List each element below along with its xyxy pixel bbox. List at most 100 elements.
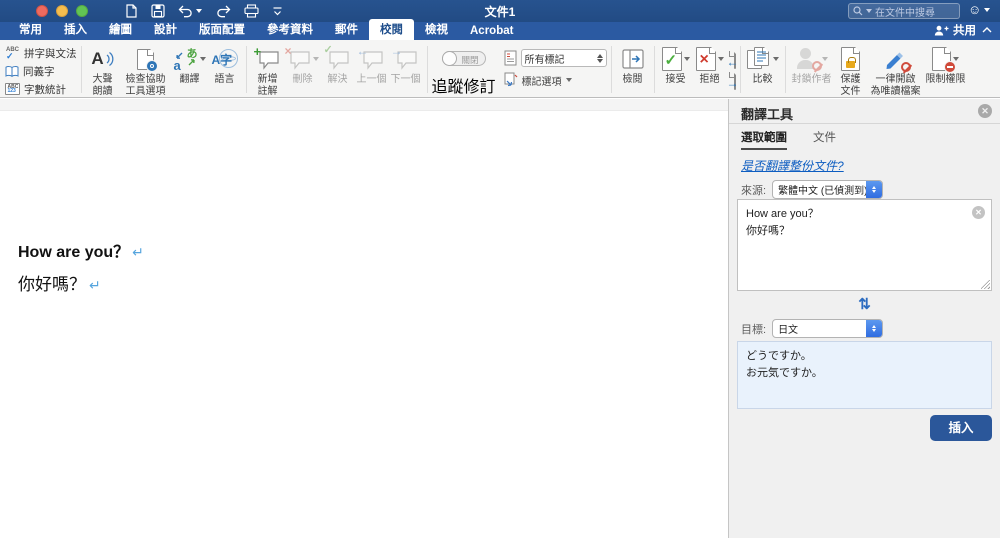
- block-authors-icon: [796, 47, 820, 71]
- ribbon-tabbar: 常用 插入 繪圖 設計 版面配置 參考資料 郵件 校閱 檢視 Acrobat 共…: [0, 22, 1000, 40]
- resolve-comment-button: ✓ 解決: [321, 44, 355, 86]
- previous-comment-label: 上一個: [357, 74, 387, 86]
- spelling-grammar-button[interactable]: ABC ✓ 拼字與文法: [5, 46, 77, 61]
- undo-button[interactable]: [178, 5, 202, 18]
- tab-layout[interactable]: 版面配置: [188, 19, 256, 40]
- compare-button[interactable]: 比較: [745, 44, 781, 86]
- translate-button[interactable]: あ a 翻譯: [172, 44, 208, 86]
- search-icon: [853, 6, 863, 16]
- language-button[interactable]: A字 語言: [208, 44, 242, 86]
- markup-options-button[interactable]: 標記選項: [504, 72, 607, 88]
- zoom-window-button[interactable]: [76, 5, 88, 17]
- page-top-edge: [0, 99, 728, 111]
- tab-draw[interactable]: 繪圖: [98, 19, 143, 40]
- read-aloud-button[interactable]: A 大聲朗讀: [86, 44, 120, 97]
- next-change-button[interactable]: →: [727, 72, 736, 90]
- tab-acrobat[interactable]: Acrobat: [459, 23, 524, 40]
- toolbar-options-button[interactable]: [272, 6, 283, 17]
- search-input[interactable]: 在文件中搜尋: [848, 3, 960, 19]
- swap-languages-button[interactable]: ⇅: [729, 295, 1000, 313]
- previous-change-button[interactable]: ←: [727, 51, 736, 69]
- close-pane-button[interactable]: ✕: [978, 104, 992, 118]
- pane-divider: [729, 123, 1000, 124]
- markup-display-select[interactable]: 所有標記: [521, 49, 607, 67]
- group-separator: [785, 46, 786, 93]
- target-language-select[interactable]: 日文: [772, 319, 883, 338]
- feedback-button[interactable]: ☺: [968, 3, 990, 16]
- new-document-button[interactable]: [124, 4, 138, 18]
- compare-caret-icon: [773, 57, 779, 61]
- tab-insert[interactable]: 插入: [53, 19, 98, 40]
- language-label: 語言: [215, 74, 235, 86]
- thesaurus-button[interactable]: 同義字: [5, 64, 77, 79]
- next-comment-button: → 下一個: [389, 44, 423, 86]
- resize-handle[interactable]: [981, 280, 990, 289]
- tab-mailings[interactable]: 郵件: [324, 19, 369, 40]
- smiley-icon: ☺: [968, 3, 981, 16]
- print-button[interactable]: [244, 4, 259, 18]
- spellcheck-icon: ABC ✓: [5, 47, 20, 60]
- markup-options-icon: [504, 72, 518, 88]
- pane-tab-selection[interactable]: 選取範圍: [741, 129, 787, 150]
- tab-design[interactable]: 設計: [143, 19, 188, 40]
- translate-label: 翻譯: [180, 74, 200, 86]
- tab-references[interactable]: 參考資料: [256, 19, 324, 40]
- always-open-read-only-button[interactable]: 一律開啟為唯讀檔案: [868, 44, 924, 97]
- delete-comment-button: × 刪除: [285, 44, 321, 86]
- protect-document-button[interactable]: 保護文件: [834, 44, 868, 97]
- undo-dropdown-caret-icon[interactable]: [196, 9, 202, 13]
- insert-button[interactable]: 插入: [930, 415, 992, 441]
- resolve-comment-label: 解決: [328, 74, 348, 86]
- new-comment-button[interactable]: + 新增註解: [251, 44, 285, 97]
- previous-comment-icon: ←: [360, 48, 384, 70]
- reject-change-label: 拒絕: [700, 74, 720, 86]
- compare-label: 比較: [753, 74, 773, 86]
- word-count-icon: ABC 123: [5, 83, 20, 95]
- redo-button[interactable]: [215, 5, 231, 18]
- target-label: 目標:: [741, 321, 766, 337]
- translate-whole-document-link[interactable]: 是否翻譯整份文件?: [741, 157, 844, 174]
- source-text-area[interactable]: How are you？ 你好嗎？ ✕: [737, 199, 992, 291]
- source-language-select[interactable]: 繁體中文 (已偵測到): [772, 180, 883, 199]
- word-count-button[interactable]: ABC 123 字數統計: [5, 82, 77, 97]
- restrict-permission-button[interactable]: 限制權限: [924, 44, 968, 86]
- paragraph-mark-icon: ↵: [89, 279, 101, 294]
- check-accessibility-button[interactable]: 檢查協助工具選項: [120, 44, 172, 97]
- pane-title: 翻譯工具: [741, 104, 793, 123]
- save-button[interactable]: [151, 4, 165, 18]
- next-comment-icon: →: [394, 48, 418, 70]
- read-only-pencil-icon: [883, 47, 909, 71]
- markup-options-caret-icon: [566, 78, 572, 82]
- restrict-permission-label: 限制權限: [926, 74, 966, 86]
- block-authors-label: 封鎖作者: [792, 74, 832, 86]
- share-button[interactable]: 共用: [934, 22, 976, 38]
- group-separator: [246, 46, 247, 93]
- delete-comment-icon: ×: [287, 48, 311, 70]
- accept-change-button[interactable]: ✓ 接受: [659, 44, 693, 86]
- document-text-line1: How are you？: [18, 244, 129, 261]
- document-canvas[interactable]: How are you？↵ 你好嗎？↵: [0, 99, 728, 538]
- markup-display-value: 所有標記: [525, 51, 565, 66]
- block-authors-button: 封鎖作者: [790, 44, 834, 86]
- minimize-window-button[interactable]: [56, 5, 68, 17]
- track-changes-toggle[interactable]: 關閉: [442, 51, 486, 66]
- tab-review[interactable]: 校閱: [369, 19, 414, 40]
- read-aloud-icon: A: [91, 44, 113, 74]
- close-window-button[interactable]: [36, 5, 48, 17]
- tab-view[interactable]: 檢視: [414, 19, 459, 40]
- accessibility-document-icon: [137, 49, 154, 70]
- reviewing-pane-icon: [621, 48, 645, 70]
- group-separator: [427, 46, 428, 93]
- accept-caret-icon: [684, 57, 690, 61]
- clear-source-button[interactable]: ✕: [972, 206, 985, 219]
- pane-tab-document[interactable]: 文件: [813, 129, 836, 150]
- traffic-lights: [36, 5, 88, 17]
- reject-change-button[interactable]: × 拒絕: [693, 44, 727, 86]
- next-comment-label: 下一個: [391, 74, 421, 86]
- collapse-ribbon-icon[interactable]: [982, 27, 992, 33]
- translation-result-box: どうですか。 お元気ですか。: [737, 341, 992, 409]
- reviewing-pane-button[interactable]: 檢閱: [616, 44, 650, 86]
- compare-icon: [747, 47, 771, 71]
- feedback-caret-icon: [984, 8, 990, 12]
- tab-home[interactable]: 常用: [8, 19, 53, 40]
